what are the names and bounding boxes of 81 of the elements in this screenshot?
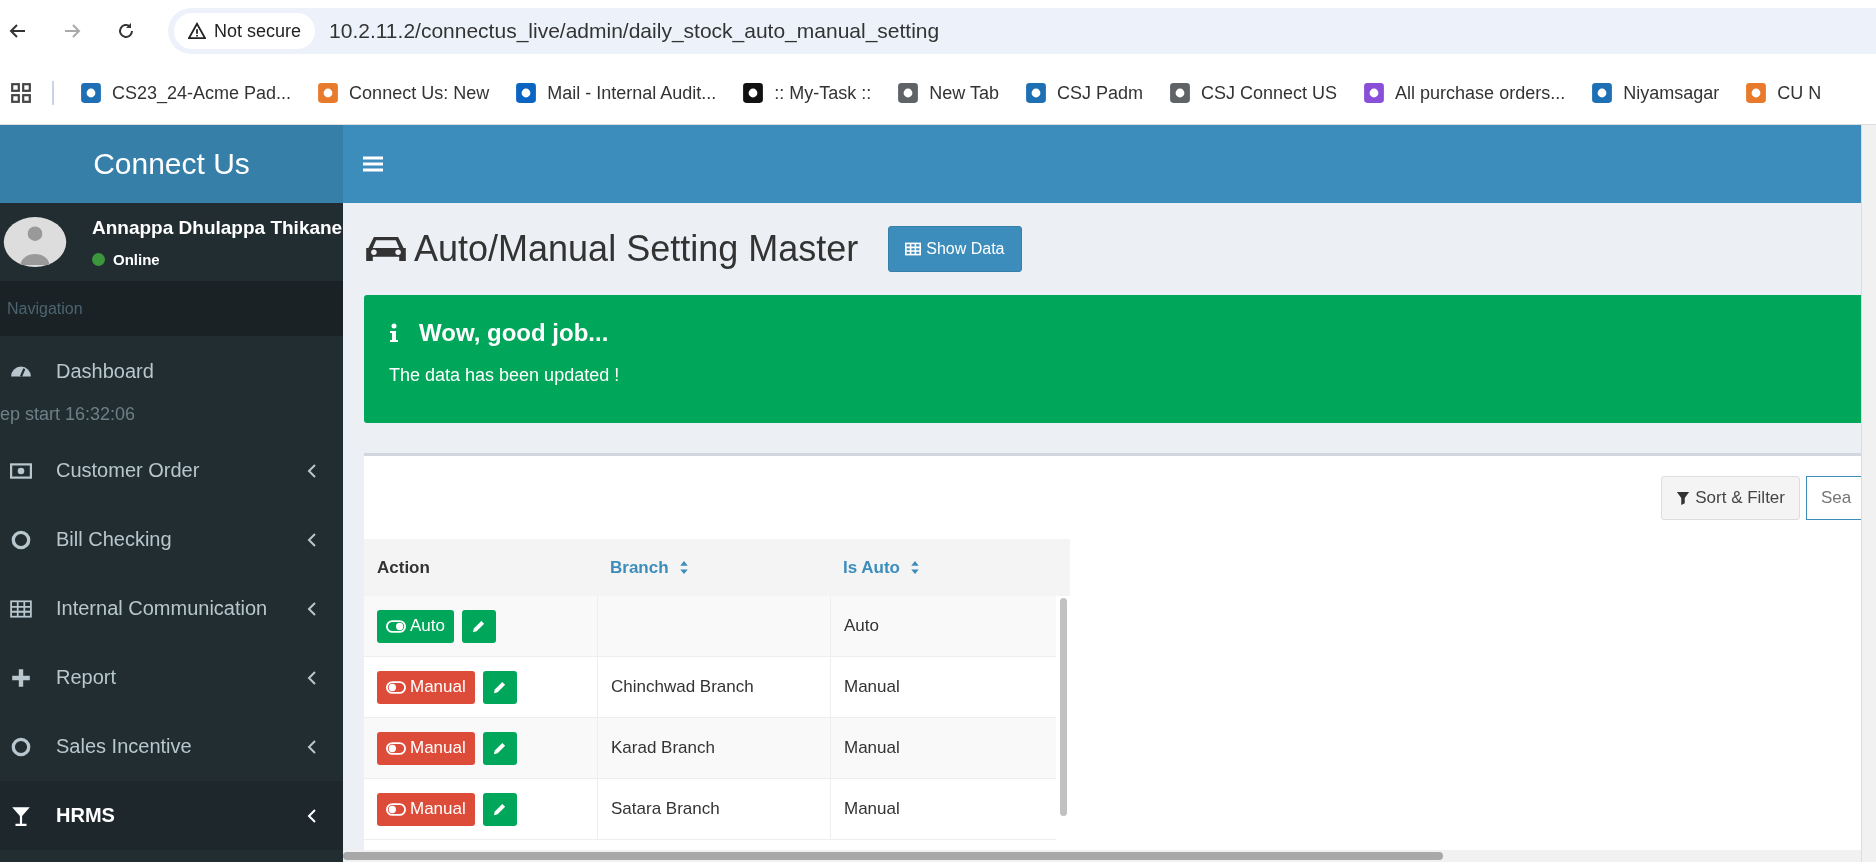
nav-header: Navigation (0, 281, 343, 336)
warning-icon (188, 22, 206, 40)
edit-button[interactable] (462, 609, 496, 643)
edit-button[interactable] (482, 670, 517, 704)
edit-button[interactable] (482, 792, 517, 826)
table-cell: Chinchwad Branch (611, 677, 754, 697)
glass-icon (10, 804, 32, 827)
table-cell: Manual (844, 738, 900, 758)
scrollbar[interactable] (1060, 598, 1067, 816)
bookmark-icon (1169, 82, 1191, 104)
info-icon (389, 323, 399, 343)
sidebar-item[interactable]: Customer Order (0, 436, 343, 505)
bookmark-icon (1591, 82, 1614, 104)
column-header: Action (376, 556, 431, 579)
user-status: Online (92, 250, 343, 268)
bookmark[interactable]: CSJ Padm (1025, 82, 1143, 104)
bookmark-icon (515, 82, 538, 104)
circle-icon (10, 735, 32, 758)
table-icon (10, 597, 32, 620)
bookmark-icon (1363, 82, 1386, 104)
pencil-icon (492, 740, 508, 756)
edit-button[interactable] (482, 731, 517, 765)
apps-grid-icon[interactable] (10, 82, 32, 104)
sidebar-item[interactable]: Bill Checking (0, 505, 343, 574)
toggle-button[interactable]: Manual (377, 670, 475, 704)
bookmark[interactable]: CSJ Connect US (1169, 82, 1338, 104)
bookmark[interactable]: CS23_24-Acme Pad... (80, 82, 292, 104)
reload-icon[interactable] (116, 21, 136, 41)
sort-icon[interactable] (910, 560, 920, 575)
sidebar-item[interactable]: Dashboard (0, 336, 343, 406)
toggle-icon (386, 802, 406, 816)
bookmark-icon (1745, 82, 1768, 104)
search-field[interactable]: Sea (1806, 475, 1861, 520)
bookmark-icon (897, 82, 920, 104)
faded-overlay-text: ep start 16:32:06 (0, 404, 137, 426)
bookmark-icon (80, 82, 102, 104)
toggle-button[interactable]: Manual (377, 731, 475, 765)
toggle-icon (386, 619, 406, 633)
toggle-icon (386, 741, 406, 755)
sidebar-item[interactable]: Internal Communication (0, 574, 343, 643)
filter-icon (1676, 490, 1691, 505)
toggle-icon (386, 680, 406, 694)
page-title: Auto/Manual Setting Master (414, 228, 859, 270)
bookmark[interactable]: All purchase orders... (1363, 82, 1566, 104)
alert-title: Wow, good job... (419, 319, 609, 347)
bookmark[interactable]: :: My-Task :: (742, 82, 872, 104)
sidebar-item[interactable]: Report (0, 643, 343, 712)
bookmark[interactable]: CU N (1745, 82, 1822, 104)
bookmark-icon (1025, 82, 1047, 104)
show-data-button[interactable]: Show Data (888, 226, 1022, 272)
bookmark[interactable]: New Tab (897, 82, 999, 104)
security-chip[interactable]: Not secure (174, 13, 316, 49)
toggle-button[interactable]: Manual (377, 792, 475, 826)
table-cell: Manual (844, 799, 900, 819)
sidebar-item[interactable]: Sales Incentive (0, 712, 343, 781)
bookmark[interactable]: Mail - Internal Audit... (515, 82, 717, 104)
table-cell: Manual (844, 677, 900, 697)
pencil-icon (471, 618, 487, 634)
table-icon (905, 241, 922, 257)
pencil-icon (492, 679, 508, 695)
scrollbar[interactable] (343, 852, 1443, 860)
url-text: 10.2.11.2/connectus_live/admin/daily_stock_auto_manual_setting (329, 19, 940, 43)
user-name: Annappa Dhulappa Thikane (92, 216, 343, 239)
sort-icon[interactable] (678, 560, 689, 575)
pencil-icon (492, 801, 508, 817)
alert-message: The data has been updated ! (389, 365, 621, 386)
address-bar[interactable]: Not secure 10.2.11.2/connectus_live/admin/daily_stock_auto_manual_setting (168, 8, 1876, 54)
table-cell: Auto (844, 616, 879, 636)
table-cell: Karad Branch (611, 738, 715, 758)
scrollbar[interactable] (1861, 125, 1876, 862)
bookmark-icon (317, 82, 340, 104)
table-cell: Satara Branch (611, 799, 720, 819)
sidebar-item[interactable]: HRMS (0, 781, 343, 850)
bookmark[interactable]: Niyamsagar (1591, 82, 1720, 104)
sort-filter-button[interactable]: Sort & Filter (1661, 475, 1800, 520)
plus-icon (10, 666, 32, 689)
app-logo[interactable]: Connect Us (0, 125, 343, 203)
bookmark-icon (742, 82, 765, 104)
circle-icon (10, 528, 32, 551)
menu-icon[interactable] (363, 156, 383, 172)
bookmark[interactable]: Connect Us: New (317, 82, 490, 104)
